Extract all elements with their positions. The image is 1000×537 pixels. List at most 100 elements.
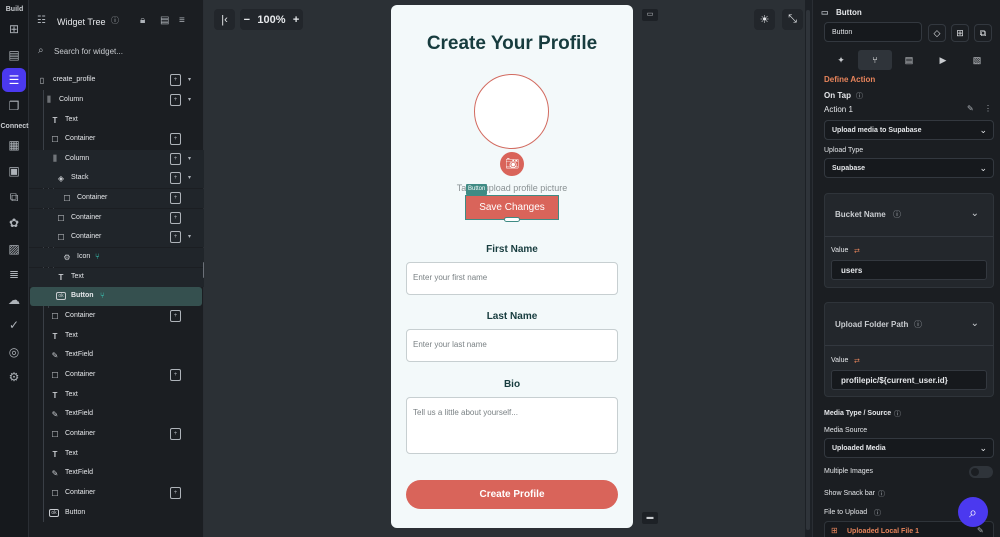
tab-docs[interactable]: ▧ <box>960 50 994 70</box>
first-name-field[interactable]: Enter your first name <box>406 262 618 295</box>
add-action-icon[interactable]: + <box>170 369 181 381</box>
chevron-down-icon[interactable]: ⌄ <box>971 318 979 329</box>
add-action-icon[interactable]: + <box>170 487 181 499</box>
cloud-icon[interactable]: ☁ <box>5 291 23 309</box>
media-source-select[interactable]: Uploaded Media ⌄ <box>824 438 994 458</box>
tree-row[interactable]: T Text <box>29 327 204 346</box>
tree-row[interactable]: ☐ Container + <box>29 366 204 385</box>
theme-toggle-button[interactable]: ☀ <box>754 9 775 30</box>
zoom-in-button[interactable]: + <box>293 14 299 26</box>
widget-name-input[interactable]: Button <box>824 22 922 42</box>
theme-icon[interactable]: ✿ <box>5 214 23 232</box>
tree-row[interactable]: T Text <box>29 386 204 405</box>
tree-row[interactable]: ▯ create_profile + ▾ <box>29 71 204 90</box>
bio-field[interactable]: Tell us a little about yourself... <box>406 397 618 454</box>
info-icon[interactable]: ⓘ <box>893 209 901 220</box>
tree-row[interactable]: ok Button <box>29 504 204 523</box>
collapse-panel-button[interactable]: |‹ <box>214 9 235 30</box>
canvas-scroll-thumb[interactable] <box>806 10 810 530</box>
api-icon[interactable]: ⧉ <box>5 188 23 206</box>
device-bottom-icon[interactable]: ▬ <box>642 512 658 524</box>
variable-icon[interactable]: ⇄ <box>854 247 860 255</box>
page-title[interactable]: Create Your Profile <box>391 33 633 55</box>
chevron-down-icon[interactable]: ▾ <box>188 76 191 83</box>
tree-row[interactable]: ◈ Stack + ▾ <box>29 169 204 188</box>
tree-row[interactable]: ⚙ Icon ⑂ <box>29 248 204 267</box>
add-component-icon[interactable]: ⊞ <box>951 24 969 42</box>
sort-icon[interactable]: ≡ <box>179 15 185 26</box>
info-icon[interactable]: ⓘ <box>111 15 119 26</box>
tree-row[interactable]: ☐ Container + <box>29 130 204 149</box>
components-icon[interactable]: ❐ <box>5 97 23 115</box>
tab-properties[interactable]: ✦ <box>824 50 858 70</box>
resize-handle[interactable] <box>504 217 520 222</box>
variable-icon[interactable]: ⇄ <box>854 357 860 365</box>
edit-icon[interactable]: ✎ <box>967 104 974 113</box>
media-icon[interactable]: ▨ <box>5 240 23 258</box>
info-icon[interactable]: ⓘ <box>894 409 901 419</box>
camera-icon[interactable]: 📷︎ <box>500 152 524 176</box>
add-action-icon[interactable]: + <box>170 428 181 440</box>
tree-row[interactable]: ✎ TextField <box>29 464 204 483</box>
add-page-icon[interactable]: ⊞ <box>5 20 23 38</box>
more-options-icon[interactable]: ⋮ <box>984 104 992 113</box>
add-action-icon[interactable]: + <box>170 172 181 184</box>
add-action-icon[interactable]: + <box>170 74 181 86</box>
tab-actions[interactable]: ⑂ <box>858 50 892 70</box>
add-action-icon[interactable]: + <box>170 133 181 145</box>
tree-row[interactable]: ☐ Container + <box>29 307 204 326</box>
device-frame-icon[interactable]: ▭ <box>642 9 658 21</box>
lock-icon[interactable]: 🔒︎ <box>140 15 145 26</box>
chevron-down-icon[interactable]: ▾ <box>188 174 191 181</box>
add-action-icon[interactable]: + <box>170 212 181 224</box>
tree-row-selected[interactable]: ok Button ⑂ <box>30 287 202 306</box>
search-assistant-button[interactable]: ⌕ <box>958 497 988 527</box>
info-icon[interactable]: ⓘ <box>878 489 885 499</box>
settings-icon[interactable]: ⚙ <box>5 368 23 386</box>
storyboard-icon[interactable]: ▣ <box>5 162 23 180</box>
copy-icon[interactable]: ⧉ <box>974 24 992 42</box>
tree-row[interactable]: ☐ Container + ▾ <box>29 228 204 247</box>
tree-row[interactable]: ☐ Container + <box>29 425 204 444</box>
pages-icon[interactable]: ▤ <box>5 46 23 64</box>
info-icon[interactable]: ⓘ <box>914 319 922 330</box>
agents-icon[interactable]: ✓ <box>5 316 23 334</box>
chevron-down-icon[interactable]: ▾ <box>188 233 191 240</box>
edit-icon[interactable]: ✎ <box>977 526 984 535</box>
bio-label[interactable]: Bio <box>391 379 633 390</box>
action-flow-icon[interactable]: ⑂ <box>95 252 100 261</box>
tree-row[interactable]: ☐ Container + <box>29 484 204 503</box>
canvas-scrollbar[interactable] <box>805 0 812 537</box>
info-icon[interactable]: ⓘ <box>874 508 881 518</box>
chevron-down-icon[interactable]: ⌄ <box>971 208 979 219</box>
info-icon[interactable]: ⓘ <box>856 91 863 101</box>
widget-search[interactable]: ⌕ Search for widget... <box>35 42 198 62</box>
action-flow-icon[interactable]: ⑂ <box>100 291 105 300</box>
first-name-label[interactable]: First Name <box>391 244 633 255</box>
action-type-select[interactable]: Upload media to Supabase ⌄ <box>824 120 994 140</box>
tree-row[interactable]: ☐ Container + <box>29 209 204 228</box>
diamond-icon[interactable]: ◇ <box>928 24 946 42</box>
tree-row[interactable]: ✎ TextField <box>29 405 204 424</box>
tab-backend[interactable]: ▤ <box>892 50 926 70</box>
integrations-icon[interactable]: ◎ <box>5 343 23 361</box>
add-action-icon[interactable]: + <box>170 192 181 204</box>
tree-row[interactable]: ⫼ Column + ▾ <box>29 91 204 110</box>
add-action-icon[interactable]: + <box>170 231 181 243</box>
tree-row[interactable]: T Text <box>29 111 204 130</box>
chevron-down-icon[interactable]: ▾ <box>188 96 191 103</box>
tree-row[interactable]: ⫼ Column + ▾ <box>29 150 204 169</box>
add-action-icon[interactable]: + <box>170 153 181 165</box>
add-action-icon[interactable]: + <box>170 94 181 106</box>
chevron-down-icon[interactable]: ▾ <box>188 155 191 162</box>
tree-row[interactable]: T Text <box>29 268 204 287</box>
tree-row[interactable]: T Text <box>29 445 204 464</box>
add-action-icon[interactable]: + <box>170 310 181 322</box>
create-profile-button[interactable]: Create Profile <box>406 480 618 509</box>
tab-animations[interactable]: ▶ <box>926 50 960 70</box>
database-icon[interactable]: ▦ <box>5 136 23 154</box>
preview-options-button[interactable]: ⤡ <box>782 9 803 30</box>
upload-hint-text[interactable]: Tap to upload profile picture <box>391 183 633 193</box>
localization-icon[interactable]: ≣ <box>5 265 23 283</box>
upload-type-select[interactable]: Supabase ⌄ <box>824 158 994 178</box>
